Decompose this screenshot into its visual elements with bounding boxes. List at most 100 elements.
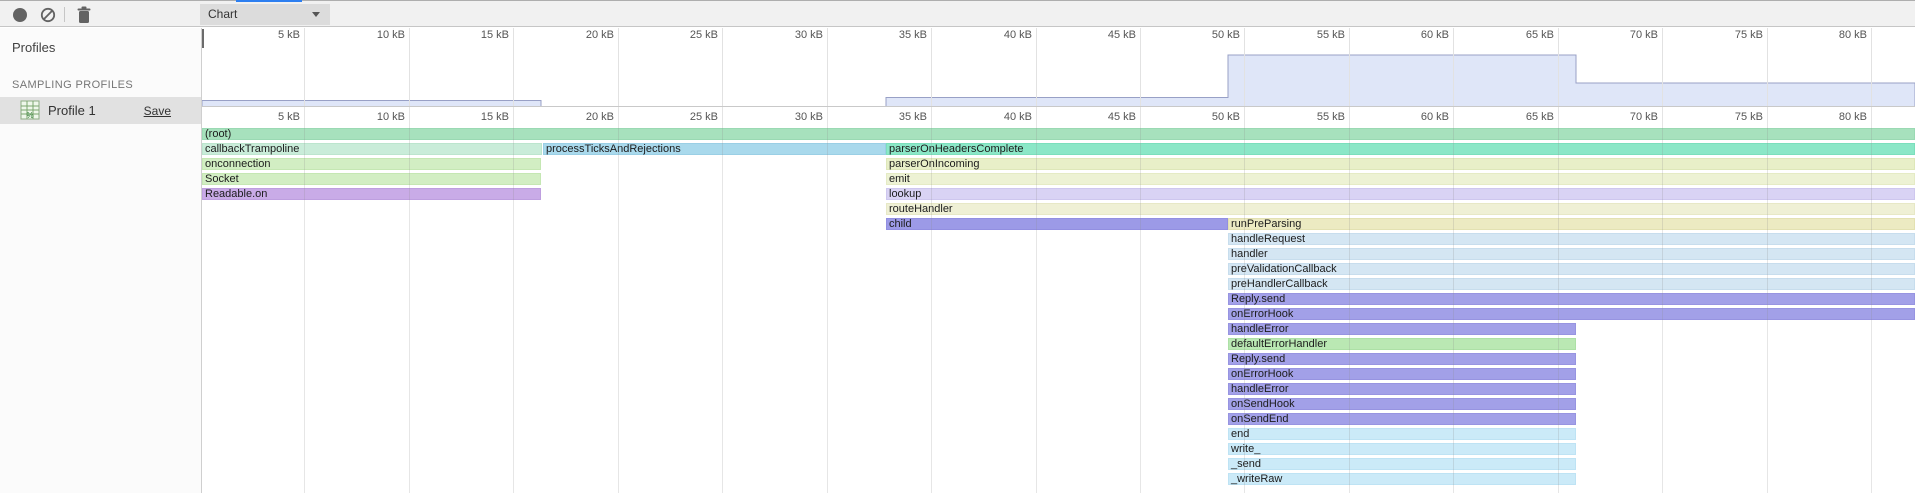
gridline bbox=[409, 107, 410, 128]
flame-bar[interactable]: _writeRaw bbox=[1228, 473, 1576, 485]
overview-selection-handle[interactable] bbox=[202, 29, 204, 48]
flame-bar[interactable]: onSendEnd bbox=[1228, 413, 1576, 425]
flame-bar[interactable]: handleError bbox=[1228, 383, 1576, 395]
flame-bar[interactable]: processTicksAndRejections bbox=[543, 143, 886, 155]
gridline bbox=[1662, 107, 1663, 128]
flame-bar[interactable]: preValidationCallback bbox=[1228, 263, 1915, 275]
ruler-tick-label: 55 kB bbox=[1317, 111, 1349, 123]
gridline bbox=[513, 28, 514, 107]
flame-bar[interactable]: parserOnIncoming bbox=[886, 158, 1915, 170]
flame-bar[interactable]: Reply.send bbox=[1228, 293, 1915, 305]
ruler-tick-label: 45 kB bbox=[1108, 111, 1140, 123]
gridline bbox=[1558, 28, 1559, 107]
flame-bar[interactable]: onErrorHook bbox=[1228, 368, 1576, 380]
ruler-tick-label: 80 kB bbox=[1839, 29, 1871, 41]
gridline bbox=[827, 107, 828, 128]
gridline bbox=[1244, 28, 1245, 107]
gridline bbox=[409, 28, 410, 107]
save-profile-link[interactable]: Save bbox=[144, 104, 171, 118]
gridline bbox=[304, 28, 305, 107]
ruler-tick-label: 5 kB bbox=[278, 29, 304, 41]
gridline bbox=[1662, 28, 1663, 107]
gridline bbox=[1349, 28, 1350, 107]
svg-text:%: % bbox=[26, 111, 33, 120]
gridline bbox=[931, 28, 932, 107]
gridline bbox=[513, 128, 514, 493]
flame-bar[interactable]: handleRequest bbox=[1228, 233, 1915, 245]
gridline bbox=[618, 28, 619, 107]
gridline bbox=[1871, 128, 1872, 493]
gridline bbox=[1871, 28, 1872, 107]
ruler-tick-label: 25 kB bbox=[690, 111, 722, 123]
gridline bbox=[722, 128, 723, 493]
ruler-tick-label: 60 kB bbox=[1421, 29, 1453, 41]
record-icon[interactable] bbox=[12, 7, 28, 23]
flame-bar[interactable]: _send bbox=[1228, 458, 1576, 470]
gridline bbox=[1140, 28, 1141, 107]
gridline bbox=[513, 107, 514, 128]
flame-bar[interactable]: Reply.send bbox=[1228, 353, 1576, 365]
chevron-down-icon bbox=[312, 12, 320, 17]
gridline bbox=[618, 107, 619, 128]
ruler-tick-label: 70 kB bbox=[1630, 111, 1662, 123]
flame-bar[interactable]: defaultErrorHandler bbox=[1228, 338, 1576, 350]
flame-bar[interactable]: onErrorHook bbox=[1228, 308, 1915, 320]
ruler-tick-label: 5 kB bbox=[278, 111, 304, 123]
flame-bar[interactable]: handler bbox=[1228, 248, 1915, 260]
gridline bbox=[931, 128, 932, 493]
flame-rows-container: (root) callbackTrampolineprocessTicksAndR… bbox=[202, 128, 1915, 493]
gridline bbox=[1662, 128, 1663, 493]
toolbar-separator bbox=[64, 7, 65, 22]
ruler-tick-label: 15 kB bbox=[481, 111, 513, 123]
ruler-tick-label: 10 kB bbox=[377, 111, 409, 123]
ruler-tick-label: 20 kB bbox=[586, 29, 618, 41]
flame-bar[interactable]: lookup bbox=[886, 188, 1915, 200]
gridline bbox=[618, 128, 619, 493]
flame-bar[interactable]: routeHandler bbox=[886, 203, 1915, 215]
ruler-tick-label: 80 kB bbox=[1839, 111, 1871, 123]
flame-bar[interactable]: (root) bbox=[202, 128, 1915, 140]
flame-bar[interactable]: handleError bbox=[1228, 323, 1576, 335]
gridline bbox=[1558, 107, 1559, 128]
profile-name: Profile 1 bbox=[48, 103, 96, 118]
trash-icon[interactable] bbox=[76, 6, 92, 24]
profile-icon: % bbox=[20, 100, 40, 120]
flame-bar[interactable]: Readable.on bbox=[202, 188, 541, 200]
view-mode-dropdown[interactable]: Chart bbox=[200, 4, 330, 25]
ruler-tick-label: 20 kB bbox=[586, 111, 618, 123]
profile-list-item[interactable]: % Profile 1 Save bbox=[0, 97, 201, 124]
gridline bbox=[1244, 128, 1245, 493]
ruler-tick-label: 75 kB bbox=[1735, 29, 1767, 41]
gridline bbox=[1767, 128, 1768, 493]
gridline bbox=[1036, 28, 1037, 107]
flame-bar[interactable]: emit bbox=[886, 173, 1915, 185]
flame-bar[interactable]: child bbox=[886, 218, 1228, 230]
gridline bbox=[931, 107, 932, 128]
sampling-profiles-section-label: SAMPLING PROFILES bbox=[0, 55, 201, 97]
flame-bar[interactable]: write_ bbox=[1228, 443, 1576, 455]
ruler-tick-label: 15 kB bbox=[481, 29, 513, 41]
flame-bar[interactable]: parserOnHeadersComplete bbox=[886, 143, 1915, 155]
memory-overview-area[interactable] bbox=[202, 40, 1915, 106]
flame-bar[interactable]: onconnection bbox=[202, 158, 541, 170]
gridline bbox=[409, 128, 410, 493]
ruler-tick-label: 40 kB bbox=[1004, 29, 1036, 41]
ruler-tick-label: 50 kB bbox=[1212, 111, 1244, 123]
gridline bbox=[1767, 28, 1768, 107]
toolbar: Chart bbox=[0, 0, 1915, 27]
flame-bar[interactable]: preHandlerCallback bbox=[1228, 278, 1915, 290]
clear-icon[interactable] bbox=[40, 7, 56, 23]
flame-bar[interactable]: onSendHook bbox=[1228, 398, 1576, 410]
ruler-tick-label: 25 kB bbox=[690, 29, 722, 41]
flame-bar[interactable]: runPreParsing bbox=[1228, 218, 1915, 230]
gridline bbox=[1140, 107, 1141, 128]
flame-bar[interactable]: callbackTrampoline bbox=[202, 143, 542, 155]
overview-bottom-border bbox=[202, 106, 1915, 107]
flame-bar[interactable]: Socket bbox=[202, 173, 541, 185]
gridline bbox=[1453, 107, 1454, 128]
flame-bar[interactable]: end bbox=[1228, 428, 1576, 440]
ruler-tick-label: 35 kB bbox=[899, 29, 931, 41]
gridline bbox=[1036, 107, 1037, 128]
gridline bbox=[722, 107, 723, 128]
gridline bbox=[1453, 128, 1454, 493]
